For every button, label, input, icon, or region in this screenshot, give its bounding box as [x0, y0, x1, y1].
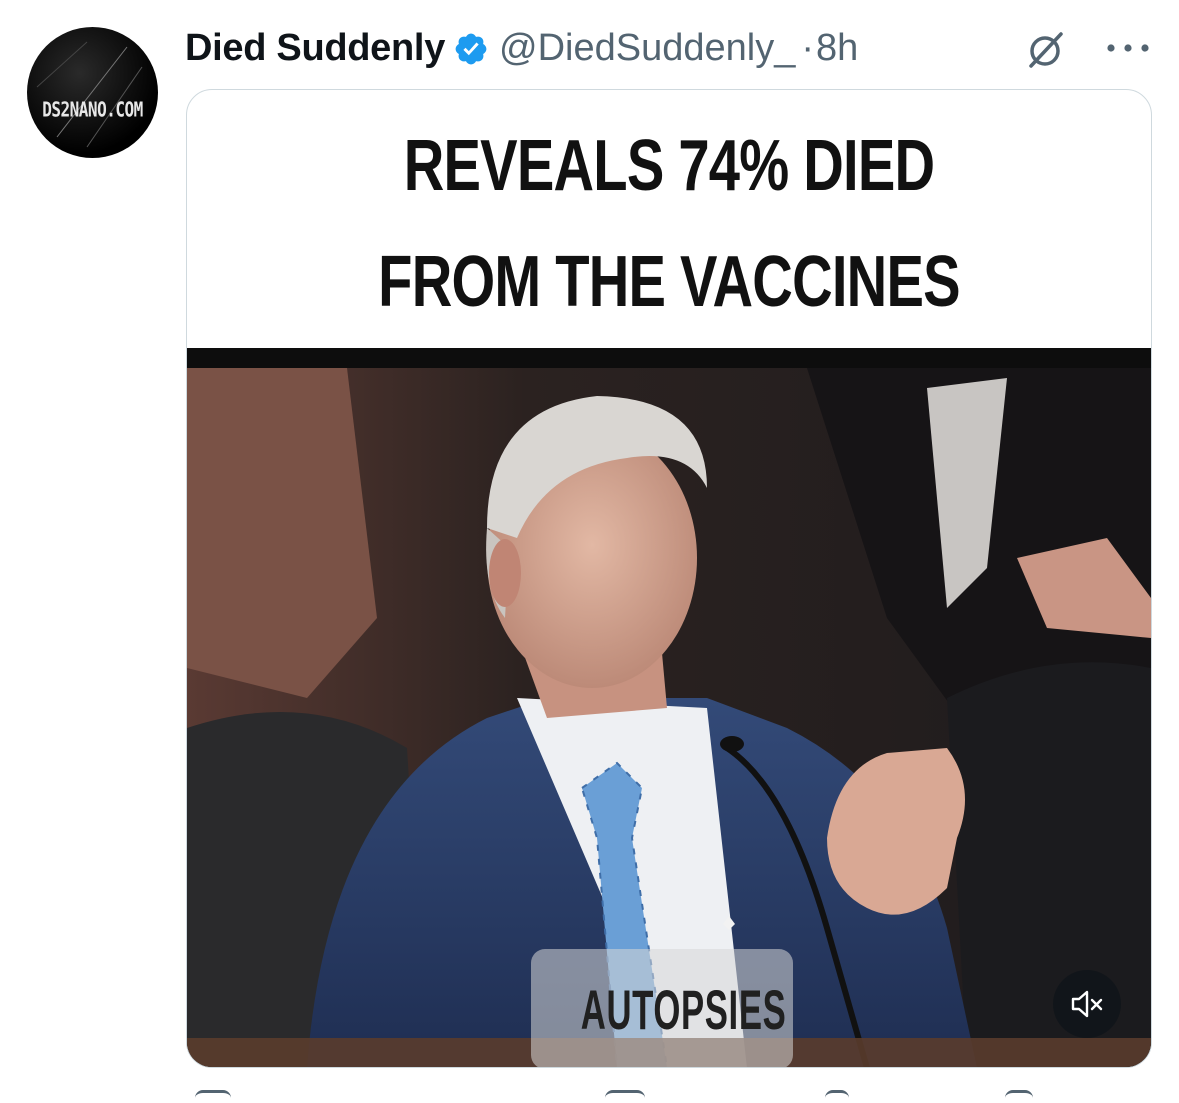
- mute-button[interactable]: [1053, 970, 1121, 1038]
- action-bar: [185, 1090, 1165, 1100]
- separator: ·: [801, 26, 815, 69]
- media-headline: REVEALS 74% DIED FROM THE VACCINES: [293, 108, 1045, 340]
- reply-icon[interactable]: [195, 1090, 231, 1103]
- video-caption: AUTOPSIES: [580, 978, 787, 1041]
- avatar-label: DS2NANO.COM: [42, 97, 143, 122]
- avatar[interactable]: DS2NANO.COM: [27, 27, 158, 158]
- bookmark-icon[interactable]: [1005, 1090, 1033, 1103]
- headline-line-1: REVEALS 74% DIED: [403, 126, 935, 206]
- avatar-graphic: [36, 41, 143, 148]
- repost-icon[interactable]: [605, 1090, 645, 1103]
- display-name[interactable]: Died Suddenly: [185, 27, 445, 70]
- video-top-border: [187, 348, 1151, 368]
- like-icon[interactable]: [825, 1090, 849, 1103]
- more-horizontal-icon[interactable]: [1103, 40, 1153, 56]
- grok-slash-icon[interactable]: [1023, 28, 1067, 72]
- headline-line-2: FROM THE VACCINES: [378, 242, 960, 322]
- media-card[interactable]: REVEALS 74% DIED FROM THE VACCINES AUTOP…: [186, 89, 1152, 1068]
- handle[interactable]: @DiedSuddenly_: [499, 27, 795, 70]
- speaker-muted-icon: [1071, 990, 1103, 1018]
- verified-badge-icon[interactable]: [453, 31, 489, 67]
- post-header: Died Suddenly @DiedSuddenly_ · 8h: [185, 20, 1165, 76]
- timestamp[interactable]: 8h: [816, 27, 858, 70]
